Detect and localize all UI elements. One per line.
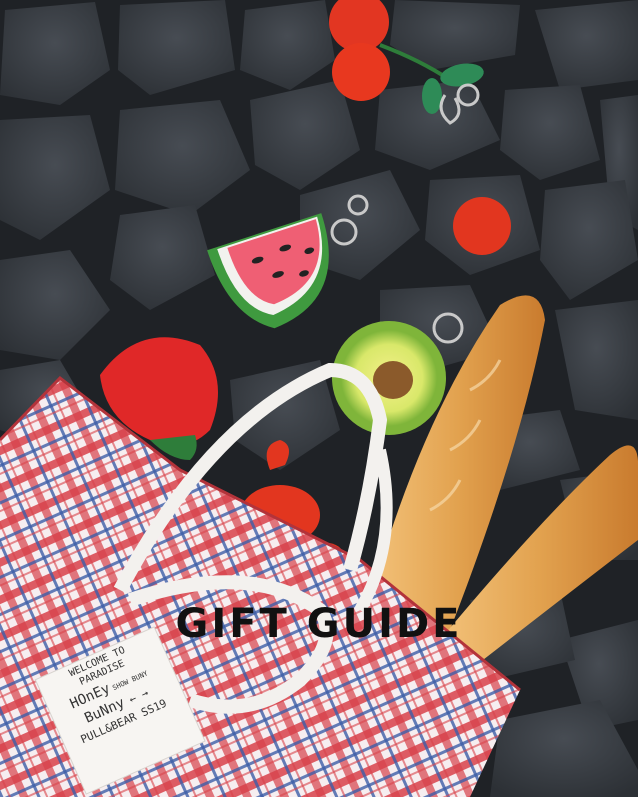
- page-title: GIFT GUIDE: [175, 601, 463, 647]
- red-pompom-icon: [453, 197, 511, 255]
- gift-guide-hero: WELCOME TO PARADISE HOnEySHOW BUNY BuNny…: [0, 0, 638, 797]
